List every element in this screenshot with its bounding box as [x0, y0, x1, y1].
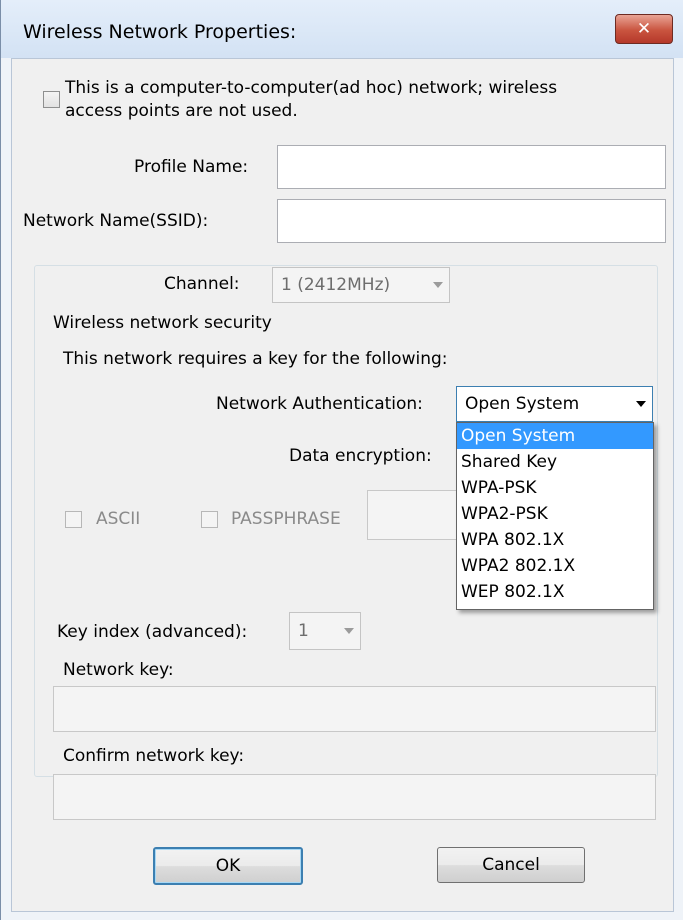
adhoc-label-line2: access points are not used. [65, 101, 298, 121]
dropdown-option-wpa2-psk[interactable]: WPA2-PSK [457, 501, 653, 527]
security-intro: This network requires a key for the foll… [63, 349, 448, 369]
network-name-input[interactable] [277, 199, 666, 243]
profile-name-input[interactable] [277, 145, 666, 189]
security-group-title: Wireless network security [49, 313, 276, 333]
key-index-select[interactable]: 1 [289, 612, 361, 650]
passphrase-label: PASSPHRASE [231, 509, 341, 529]
network-name-label: Network Name(SSID): [23, 211, 209, 231]
confirm-key-input[interactable] [53, 774, 656, 820]
ascii-label: ASCII [96, 509, 141, 529]
passphrase-input[interactable] [367, 490, 459, 540]
chevron-down-icon [636, 401, 646, 407]
network-key-label: Network key: [63, 660, 174, 680]
passphrase-checkbox[interactable] [201, 511, 218, 528]
network-key-input[interactable] [53, 686, 656, 732]
auth-dropdown-list: Open System Shared Key WPA-PSK WPA2-PSK … [456, 422, 654, 610]
auth-value: Open System [465, 394, 580, 414]
dropdown-option-wpa-8021x[interactable]: WPA 802.1X [457, 527, 653, 553]
profile-name-label: Profile Name: [134, 157, 249, 177]
dropdown-option-wpa2-8021x[interactable]: WPA2 802.1X [457, 553, 653, 579]
cancel-button-label: Cancel [482, 855, 540, 875]
ok-button-label: OK [215, 856, 241, 876]
chevron-down-icon [344, 628, 354, 634]
adhoc-label-line1: This is a computer-to-computer(ad hoc) n… [65, 78, 558, 98]
dropdown-option-shared-key[interactable]: Shared Key [457, 449, 653, 475]
ok-button[interactable]: OK [153, 847, 303, 885]
dropdown-option-wep-8021x[interactable]: WEP 802.1X [457, 579, 653, 605]
title-bar[interactable]: Wireless Network Properties: ✕ [1, 0, 683, 58]
ascii-checkbox[interactable] [65, 511, 82, 528]
encryption-label: Data encryption: [289, 446, 432, 466]
cancel-button[interactable]: Cancel [437, 847, 585, 883]
confirm-key-label: Confirm network key: [63, 746, 245, 766]
close-button[interactable]: ✕ [615, 14, 673, 44]
close-icon: ✕ [636, 19, 652, 39]
key-index-label: Key index (advanced): [57, 622, 248, 642]
adhoc-checkbox[interactable] [43, 91, 60, 108]
wireless-network-properties-dialog: Wireless Network Properties: ✕ This is a… [0, 0, 683, 920]
window-title: Wireless Network Properties: [23, 21, 297, 43]
auth-select[interactable]: Open System [456, 386, 653, 422]
dropdown-option-wpa-psk[interactable]: WPA-PSK [457, 475, 653, 501]
dropdown-option-open-system[interactable]: Open System [457, 423, 653, 449]
key-index-value: 1 [298, 621, 309, 641]
auth-label: Network Authentication: [216, 394, 423, 414]
